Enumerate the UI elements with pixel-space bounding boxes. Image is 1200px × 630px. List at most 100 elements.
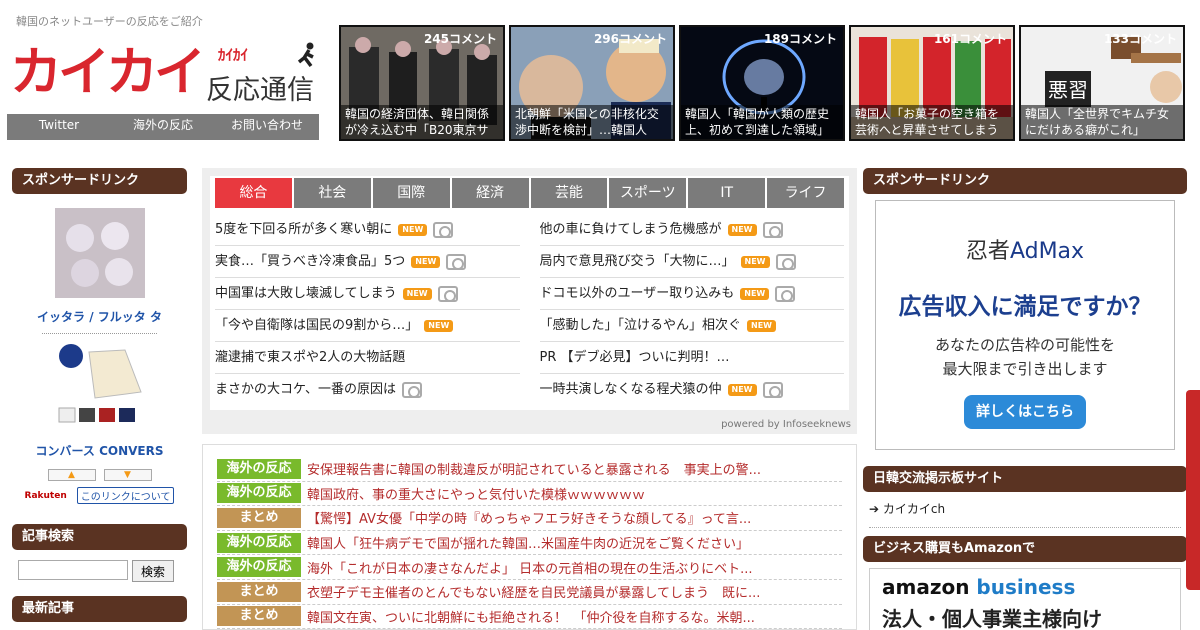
page: 韓国のネットユーザーの反応をご紹介 カイカイ ｶｲｶｲ 反応通信 Twitter… xyxy=(0,0,1200,630)
news-item[interactable]: 「今や自衛隊は国民の9割から…」 NEW xyxy=(215,310,520,342)
amazon-ad[interactable]: amazon business 法人・個人事業主様向け xyxy=(869,568,1181,630)
arrow-down-button[interactable]: ▼ xyxy=(103,469,152,481)
featured-thumb[interactable]: 245コメント 韓国の経済団体、韓日関係が冷え込む中「B20東京サミッ xyxy=(339,25,505,141)
featured-thumb[interactable]: 悪習 133コメント 韓国人「全世界でキムチ女にだけある癖がこれ」 xyxy=(1019,25,1185,141)
product-name[interactable]: コンバース CONVERS xyxy=(12,442,187,459)
feed-item[interactable]: 海外の反応 韓国人「狂牛病デモで国が揺れた韓国…米国産牛肉の近況をご覧ください」 xyxy=(217,531,842,556)
featured-thumb[interactable]: 189コメント 韓国人「韓国が人類の歴史上、初めて到達した領域」 xyxy=(679,25,845,141)
news-item[interactable]: まさかの大コケ、一番の原因は xyxy=(215,374,520,406)
site-tagline: 韓国のネットユーザーの反応をご紹介 xyxy=(16,15,203,28)
ad-cta-button[interactable]: 詳しくはこちら xyxy=(964,395,1086,429)
comment-count: 161コメント xyxy=(933,32,1007,46)
site-logo[interactable]: カイカイ ｶｲｶｲ 反応通信 xyxy=(10,42,320,108)
news-item[interactable]: PR 【デブ必見】ついに判明！… xyxy=(539,342,844,374)
ad-brand: 忍者AdMax xyxy=(876,233,1174,265)
feed-title[interactable]: 韓国文在寅、ついに北朝鮮にも拒絶される！ 「仲介役を自称するな。米朝... xyxy=(307,607,755,626)
new-badge: NEW xyxy=(398,223,428,236)
rakuten-logo[interactable]: Rakuten xyxy=(25,491,67,501)
camera-icon xyxy=(762,382,783,398)
comment-count: 133コメント xyxy=(1103,32,1177,46)
feed-item[interactable]: まとめ 韓国文在寅、ついに北朝鮮にも拒絶される！ 「仲介役を自称するな。米朝... xyxy=(217,605,842,629)
news-tabs: 総合 社会 国際 経済 芸能 スポーツ IT ライフ xyxy=(215,178,844,208)
bbs-link[interactable]: ➔ カイカイch xyxy=(869,500,1181,528)
news-columns: 5度を下回る所が多く寒い朝に NEW 実食…「買うべき冷凍食品」5つ NEW 中国軍は大… xyxy=(215,214,844,406)
ad-subtext-line: あなたの広告枠の可能性を xyxy=(934,336,1115,354)
featured-thumb[interactable]: 161コメント 韓国人「お菓子の空き箱を芸術へと昇華させてしまう日本 xyxy=(849,25,1015,141)
feed-title[interactable]: 韓国政府、事の重大さにやっと気付いた模様ｗｗｗｗｗｗ xyxy=(307,484,645,503)
amazon-ad-line: 法人・個人事業主様向け xyxy=(882,607,1102,630)
news-item[interactable]: 中国軍は大敗し壊滅してしまう NEW xyxy=(215,278,520,310)
side-tab[interactable] xyxy=(1186,390,1200,590)
news-item[interactable]: 一時共演しなくなる程犬猿の仲 NEW xyxy=(540,374,845,406)
nav-contact[interactable]: お問い合わせ xyxy=(215,114,319,140)
feed-item[interactable]: 海外の反応 韓国政府、事の重大さにやっと気付いた模様ｗｗｗｗｗｗ xyxy=(217,482,842,507)
powered-by[interactable]: powered by Infoseeknews xyxy=(721,419,851,430)
rakuten-row: Rakuten このリンクについて xyxy=(12,487,187,504)
tab-sports[interactable]: スポーツ xyxy=(609,178,687,208)
news-title: 瀧逮捕で東スポや2人の大物話題 xyxy=(215,349,406,365)
search-heading: 記事検索 xyxy=(12,524,187,550)
admax-ad[interactable]: 忍者AdMax 広告収入に満足ですか？ あなたの広告枠の可能性を 最大限まで引き出… xyxy=(875,200,1175,450)
news-column-right: 他の車に負けてしまう危機感が NEW 局内で意見飛び交う「大物に…」 NEW ドコモ以外… xyxy=(539,214,845,406)
search-button[interactable]: 検索 xyxy=(132,560,174,582)
featured-thumb[interactable]: 296コメント 北朝鮮「米国との非核化交渉中断を検討」…韓国人「やっ xyxy=(509,25,675,141)
logo-kana-text: ｶｲｶｲ xyxy=(218,46,249,64)
sponsor-heading: スポンサードリンク xyxy=(863,168,1187,194)
latest-heading: 最新記事 xyxy=(12,596,187,622)
tab-it[interactable]: IT xyxy=(688,178,766,208)
svg-text:悪習: 悪習 xyxy=(1048,78,1088,102)
feed-title[interactable]: 韓国人「狂牛病デモで国が揺れた韓国…米国産牛肉の近況をご覧ください」 xyxy=(307,533,749,552)
product-name[interactable]: イッタラ / フルッタ タ xyxy=(12,308,187,325)
camera-icon xyxy=(433,221,454,238)
news-item[interactable]: 「感動した」「泣けるやん」相次ぐ NEW xyxy=(539,310,844,342)
comment-count: 189コメント xyxy=(763,32,837,46)
feed-item[interactable]: まとめ 衣塑子デモ主催者のとんでもない経歴を自民党議員が暴露してしまう 既に... xyxy=(217,580,842,605)
search-input[interactable] xyxy=(18,560,128,580)
product-iittala[interactable]: イッタラ / フルッタ タ xyxy=(12,208,187,325)
tab-life[interactable]: ライフ xyxy=(767,178,844,208)
sponsor-heading: スポンサードリンク xyxy=(12,168,187,194)
camera-icon xyxy=(437,285,458,302)
category-badge: 海外の反応 xyxy=(217,557,301,578)
feed-title[interactable]: 衣塑子デモ主催者のとんでもない経歴を自民党議員が暴露してしまう 既に... xyxy=(307,582,760,601)
new-badge: NEW xyxy=(402,287,432,300)
news-title: 「今や自衛隊は国民の9割から…」 xyxy=(215,317,419,333)
tab-economy[interactable]: 経済 xyxy=(451,178,529,208)
ad-headline: 広告収入に満足ですか？ xyxy=(898,294,1152,320)
tab-international[interactable]: 国際 xyxy=(372,178,450,208)
news-item[interactable]: 局内で意見飛び交う「大物に…」 NEW xyxy=(539,246,844,278)
arrow-up-button[interactable]: ▲ xyxy=(47,469,96,481)
news-item[interactable]: ドコモ以外のユーザー取り込みも NEW xyxy=(539,278,844,310)
feed-item[interactable]: まとめ 【驚愕】AV女優「中学の時『めっちゃフエラ好きそうな顔してる』って言... xyxy=(217,506,842,531)
news-title: 局内で意見飛び交う「大物に…」 xyxy=(539,253,735,269)
news-title: PR 【デブ必見】ついに判明！… xyxy=(539,349,730,365)
tab-entertainment[interactable]: 芸能 xyxy=(530,178,608,208)
nav-overseas[interactable]: 海外の反応 xyxy=(111,114,215,140)
category-badge: まとめ xyxy=(217,507,301,528)
feed-item[interactable]: 海外の反応 海外「これが日本の凄さなんだよ」 日本の元首相の現在の生活ぶりにベト.… xyxy=(217,555,842,580)
amazon-heading: ビジネス購買もAmazonで xyxy=(863,536,1187,562)
news-item[interactable]: 瀧逮捕で東スポや2人の大物話題 xyxy=(215,342,520,374)
product-converse[interactable]: コンバース CONVERS xyxy=(12,342,187,459)
feed-item[interactable]: 海外の反応 安保理報告書に韓国の制裁違反が明記されていると暴露される 事実上の警.… xyxy=(217,457,842,482)
tab-society[interactable]: 社会 xyxy=(293,178,371,208)
tab-all[interactable]: 総合 xyxy=(215,178,292,208)
ad-brand-admax: AdMax xyxy=(1009,239,1085,264)
news-title: ドコモ以外のユーザー取り込みも xyxy=(539,285,735,301)
bbs-link-text: カイカイch xyxy=(882,502,946,516)
comment-count: 245コメント xyxy=(423,32,497,46)
news-item[interactable]: 他の車に負けてしまう危機感が NEW xyxy=(539,214,844,246)
feed-title[interactable]: 海外「これが日本の凄さなんだよ」 日本の元首相の現在の生活ぶりにベト... xyxy=(307,558,753,577)
link-about[interactable]: このリンクについて xyxy=(76,487,175,504)
feed-title[interactable]: 安保理報告書に韓国の制裁違反が明記されていると暴露される 事実上の警... xyxy=(307,459,761,478)
news-title: まさかの大コケ、一番の原因は xyxy=(215,382,396,397)
news-item[interactable]: 実食…「買うべき冷凍食品」5つ NEW xyxy=(215,246,520,278)
right-sidebar: スポンサードリンク 忍者AdMax 広告収入に満足ですか？ あなたの広告枠の可能… xyxy=(863,168,1187,630)
feed-title[interactable]: 【驚愕】AV女優「中学の時『めっちゃフエラ好きそうな顔してる』って言... xyxy=(307,508,751,527)
nav-twitter[interactable]: Twitter xyxy=(7,114,111,140)
news-item[interactable]: 5度を下回る所が多く寒い朝に NEW xyxy=(215,214,520,246)
new-badge: NEW xyxy=(411,255,441,268)
news-title: 他の車に負けてしまう危機感が xyxy=(539,221,722,237)
news-column-left: 5度を下回る所が多く寒い朝に NEW 実食…「買うべき冷凍食品」5つ NEW 中国軍は大… xyxy=(215,214,520,406)
news-panel: 総合 社会 国際 経済 芸能 スポーツ IT ライフ 5度を下回る所が多く寒い朝… xyxy=(210,176,849,410)
